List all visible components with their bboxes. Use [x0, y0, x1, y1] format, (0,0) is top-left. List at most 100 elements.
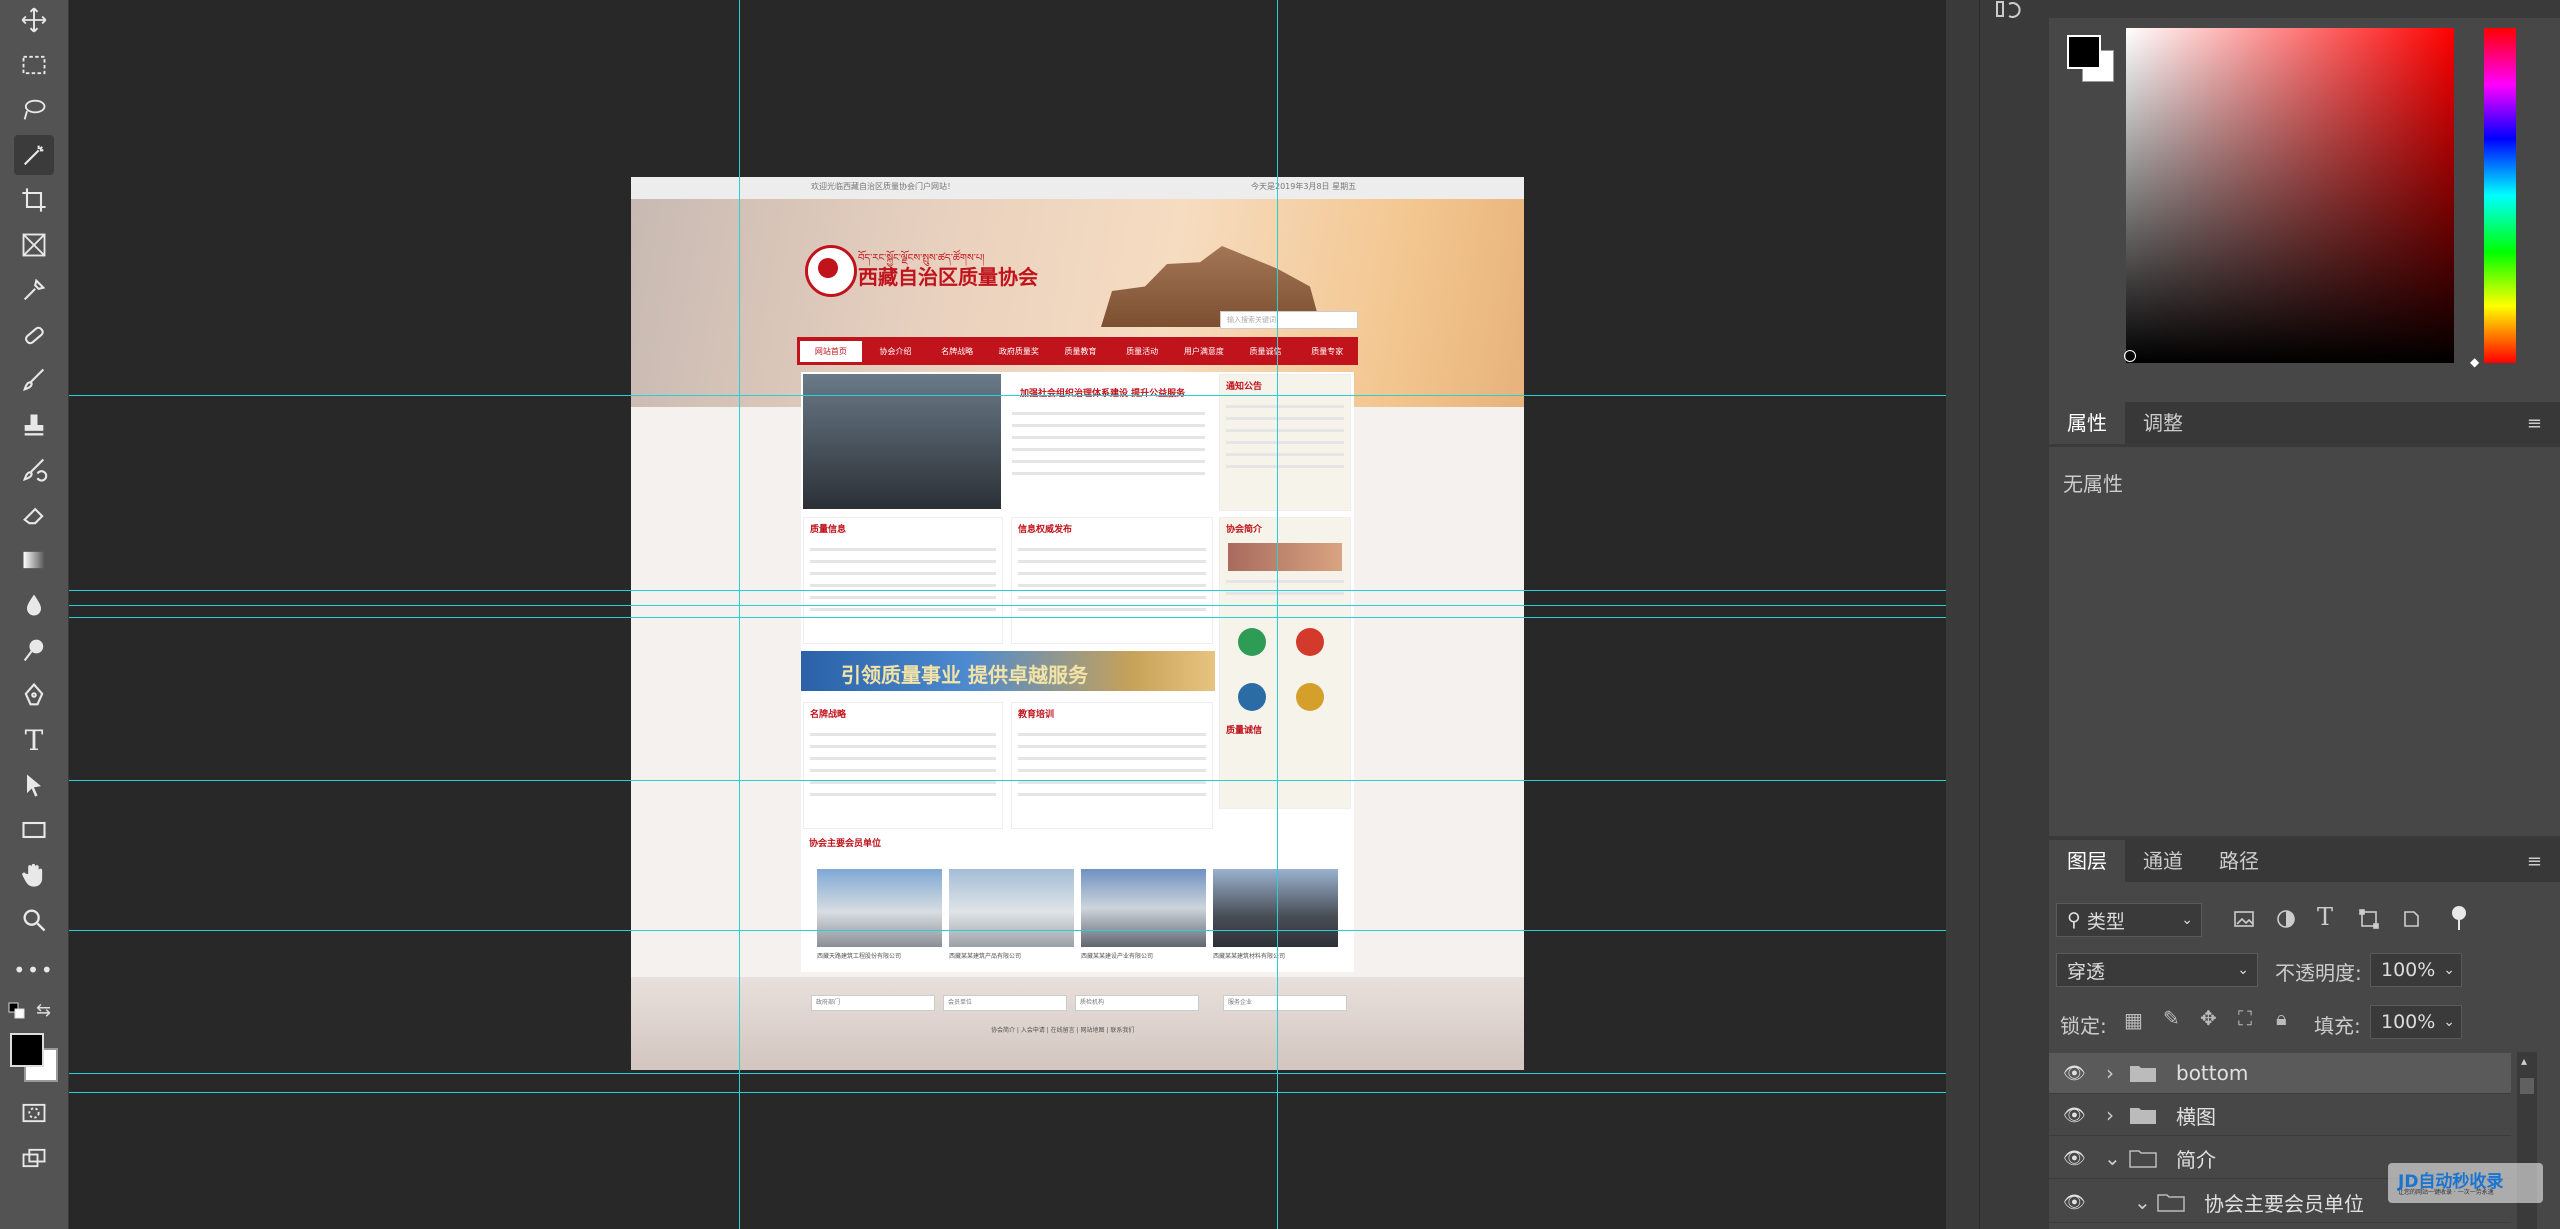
- dodge-icon[interactable]: [14, 630, 54, 670]
- eye-icon[interactable]: 👁︎: [2063, 1105, 2086, 1126]
- blend-mode-select[interactable]: 穿透 ⌄: [2056, 953, 2258, 987]
- frame-icon[interactable]: [14, 225, 54, 265]
- stamp-icon[interactable]: [14, 405, 54, 445]
- default-colors-icon[interactable]: [8, 1002, 26, 1020]
- member-photo: [817, 869, 942, 947]
- fill-field[interactable]: 100% ⌄: [2370, 1005, 2462, 1039]
- folder-icon: [2129, 1105, 2157, 1125]
- eyedropper-icon[interactable]: [14, 270, 54, 310]
- site-topbar: 欢迎光临西藏自治区质量协会门户网站！ 今天是2019年3月8日 星期五: [631, 177, 1524, 199]
- guide-vertical[interactable]: [1277, 0, 1278, 1229]
- fill-value: 100%: [2381, 1011, 2436, 1033]
- lock-all-icon[interactable]: 🔒︎: [2276, 1006, 2287, 1030]
- opacity-label: 不透明度:: [2275, 961, 2362, 985]
- guide-horizontal[interactable]: [69, 1073, 1946, 1074]
- opacity-field[interactable]: 100% ⌄: [2370, 953, 2462, 987]
- slogan-banner: 引领质量事业 提供卓越服务: [801, 651, 1215, 691]
- member-name: 西藏某某建设产业有限公司: [1081, 953, 1154, 960]
- chevron-down-icon[interactable]: ⌄: [2134, 1190, 2151, 1214]
- healing-icon[interactable]: [14, 315, 54, 355]
- more-icon[interactable]: •••: [13, 950, 54, 990]
- lock-transparent-pixels-icon[interactable]: ▦: [2124, 1008, 2143, 1032]
- screen-mode-icon[interactable]: [14, 1138, 54, 1178]
- layer-row-bottom[interactable]: 👁︎ › bottom: [2049, 1053, 2511, 1094]
- lasso-icon[interactable]: [14, 90, 54, 130]
- magic-wand-icon[interactable]: [14, 135, 54, 175]
- color-field[interactable]: [2126, 28, 2454, 363]
- foreground-color-swatch[interactable]: [10, 1033, 44, 1067]
- properties-menu-icon[interactable]: ≡: [2527, 413, 2542, 434]
- filter-shape-icon[interactable]: [2358, 908, 2380, 930]
- eye-icon[interactable]: 👁︎: [2063, 1148, 2086, 1169]
- zoom-icon[interactable]: [14, 900, 54, 940]
- quality-info-box: 质量信息: [803, 517, 1003, 644]
- filter-toggle-icon[interactable]: [2452, 906, 2466, 920]
- chevron-right-icon[interactable]: ›: [2106, 1103, 2114, 1127]
- filter-pixel-icon[interactable]: [2233, 908, 2255, 930]
- guide-horizontal[interactable]: [69, 1092, 1946, 1093]
- lock-image-pixels-icon[interactable]: ✎: [2163, 1006, 2180, 1030]
- tab-paths[interactable]: 路径: [2201, 840, 2277, 882]
- pen-icon[interactable]: [14, 675, 54, 715]
- text-icon[interactable]: T: [14, 720, 54, 760]
- filter-type-icon[interactable]: T: [2317, 903, 2333, 931]
- brush-icon[interactable]: [14, 360, 54, 400]
- quick-mask-icon[interactable]: [14, 1093, 54, 1133]
- hue-slider[interactable]: [2484, 28, 2516, 363]
- lock-position-icon[interactable]: ✥: [2200, 1006, 2217, 1030]
- guide-horizontal[interactable]: [69, 605, 1946, 606]
- layer-name: 横图: [2176, 1104, 2216, 1129]
- chevron-right-icon[interactable]: ›: [2106, 1061, 2114, 1085]
- color-panel-foreground-swatch[interactable]: [2067, 35, 2101, 69]
- guide-horizontal[interactable]: [69, 780, 1946, 781]
- info-release-box: 信息权威发布: [1011, 517, 1213, 644]
- canvas-area[interactable]: 欢迎光临西藏自治区质量协会门户网站！ 今天是2019年3月8日 星期五 བོད་…: [69, 0, 1946, 1229]
- filter-adjustment-icon[interactable]: [2275, 908, 2297, 930]
- gradient-icon[interactable]: [14, 540, 54, 580]
- nav-item: 名牌战略: [941, 346, 974, 356]
- crop-icon[interactable]: [14, 180, 54, 220]
- lock-artboard-icon[interactable]: ⛶: [2238, 1006, 2252, 1030]
- layer-row-banner[interactable]: 👁︎ › 横图: [2049, 1095, 2511, 1136]
- eye-icon[interactable]: 👁︎: [2063, 1192, 2086, 1213]
- tab-adjustments[interactable]: 调整: [2125, 402, 2201, 444]
- scroll-up-icon[interactable]: ▴: [2521, 1054, 2527, 1068]
- guide-horizontal[interactable]: [69, 930, 1946, 931]
- panel-top-strip: [2049, 0, 2560, 19]
- history-brush-icon[interactable]: [14, 450, 54, 490]
- survey-icon: [1238, 683, 1266, 711]
- tab-properties[interactable]: 属性: [2049, 402, 2125, 444]
- document-canvas[interactable]: 欢迎光临西藏自治区质量协会门户网站！ 今天是2019年3月8日 星期五 བོད་…: [631, 177, 1524, 1070]
- properties-body: [2049, 447, 2560, 836]
- chevron-down-icon[interactable]: ⌄: [2104, 1146, 2121, 1170]
- path-select-icon[interactable]: [14, 765, 54, 805]
- guide-vertical[interactable]: [739, 0, 740, 1229]
- swap-colors-icon[interactable]: ⇆: [36, 1000, 51, 1021]
- eraser-icon[interactable]: [14, 495, 54, 535]
- guide-horizontal[interactable]: [69, 395, 1946, 396]
- guide-horizontal[interactable]: [69, 617, 1946, 618]
- layer-filter-select[interactable]: ⚲ 类型 ⌄: [2056, 903, 2202, 937]
- guide-horizontal[interactable]: [69, 590, 1946, 591]
- tab-layers[interactable]: 图层: [2049, 840, 2125, 882]
- certificate-icon: [1238, 628, 1266, 656]
- tab-channels[interactable]: 通道: [2125, 840, 2201, 882]
- layers-menu-icon[interactable]: ≡: [2527, 851, 2542, 872]
- blur-icon[interactable]: [14, 585, 54, 625]
- color-field-picker-handle[interactable]: [2124, 350, 2136, 362]
- rectangle-icon[interactable]: [14, 810, 54, 850]
- opacity-value: 100%: [2381, 959, 2436, 981]
- move-icon[interactable]: [14, 0, 54, 40]
- marquee-icon[interactable]: [14, 45, 54, 85]
- member-photo: [949, 869, 1074, 947]
- hue-slider-handle[interactable]: ◆: [2470, 355, 2479, 369]
- chevron-down-icon: ⌄: [2237, 962, 2249, 978]
- notice-title: 通知公告: [1226, 382, 1263, 392]
- integrity-title: 质量诚信: [1226, 726, 1263, 736]
- history-icon[interactable]: [1995, 0, 2025, 22]
- eye-icon[interactable]: 👁︎: [2063, 1063, 2086, 1084]
- filter-smart-object-icon[interactable]: [2400, 908, 2422, 930]
- scrollbar-thumb[interactable]: [2520, 1078, 2534, 1094]
- hand-icon[interactable]: [14, 855, 54, 895]
- layer-name: bottom: [2176, 1061, 2249, 1085]
